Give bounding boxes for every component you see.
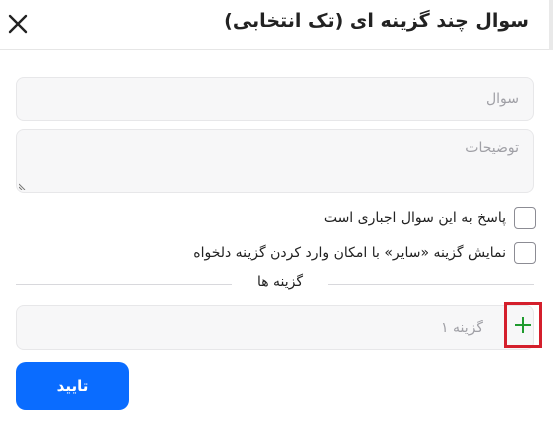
scrollbar[interactable]	[549, 0, 553, 50]
dialog-header: سوال چند گزینه ای (تک انتخابی)	[0, 0, 553, 50]
required-row: پاسخ به این سوال اجباری است	[324, 205, 536, 231]
other-option-row: نمایش گزینه «سایر» با امکان وارد کردن گز…	[193, 240, 536, 266]
description-textarea[interactable]	[17, 130, 533, 192]
other-option-checkbox[interactable]	[514, 242, 536, 264]
resize-handle-icon[interactable]	[19, 182, 27, 190]
description-field-wrapper	[16, 129, 534, 193]
required-label: پاسخ به این سوال اجباری است	[323, 210, 506, 226]
question-input[interactable]	[17, 78, 533, 120]
dialog-title: سوال چند گزینه ای (تک انتخابی)	[224, 10, 529, 32]
plus-icon	[515, 317, 531, 333]
divider-left	[16, 284, 232, 285]
option-input-1[interactable]	[17, 306, 533, 349]
question-dialog: سوال چند گزینه ای (تک انتخابی) پاسخ به ا…	[0, 0, 553, 423]
confirm-button[interactable]: تایید	[16, 362, 129, 410]
option-field-wrapper	[16, 305, 534, 350]
close-button[interactable]	[6, 12, 30, 36]
divider-right	[328, 284, 534, 285]
add-option-button[interactable]	[504, 302, 542, 348]
options-section-label: گزینه ها	[256, 274, 304, 290]
close-icon	[8, 14, 28, 34]
other-option-label: نمایش گزینه «سایر» با امکان وارد کردن گز…	[193, 245, 506, 261]
required-checkbox[interactable]	[514, 207, 536, 229]
question-field-wrapper	[16, 77, 534, 121]
